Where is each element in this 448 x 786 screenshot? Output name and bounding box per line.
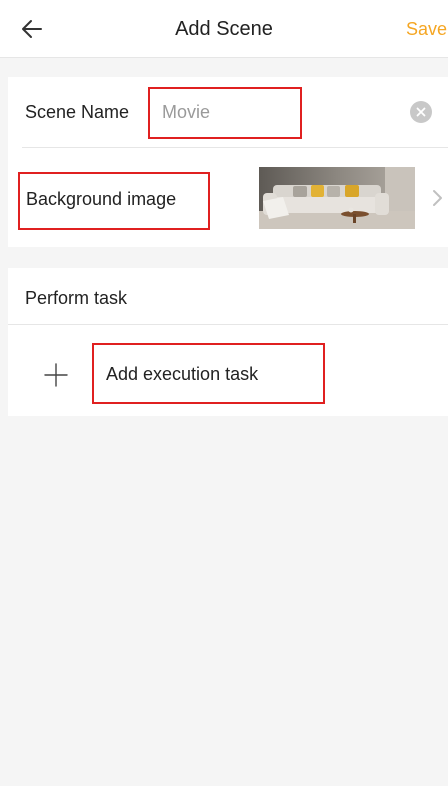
perform-task-label: Perform task: [25, 288, 128, 308]
background-image-label: Background image: [26, 189, 177, 209]
add-execution-task-button[interactable]: Add execution task: [92, 343, 325, 404]
row-divider: [22, 147, 448, 148]
app-header: Add Scene Save: [0, 0, 448, 58]
scene-settings-card: Scene Name Movie Background image: [8, 77, 448, 247]
scene-name-value: Movie: [162, 102, 211, 122]
scene-name-label: Scene Name: [25, 102, 130, 122]
add-execution-task-label: Add execution task: [106, 364, 259, 384]
sofa-thumbnail: [259, 167, 415, 229]
clear-button[interactable]: [410, 101, 432, 123]
clear-circle-icon: [416, 107, 426, 117]
add-task-plus-button[interactable]: [44, 363, 68, 387]
living-room-sofa-image[interactable]: [259, 167, 415, 229]
row-divider: [8, 324, 448, 325]
plus-icon: [44, 363, 68, 387]
chevron-right-button[interactable]: [432, 188, 444, 208]
chevron-right-icon: [433, 190, 442, 206]
background-image-label-box[interactable]: Background image: [18, 172, 210, 230]
page-title: Add Scene: [175, 18, 273, 40]
save-button[interactable]: Save: [406, 0, 447, 58]
tasks-card: Perform task Add execution task: [8, 268, 448, 416]
scene-name-input[interactable]: Movie: [148, 87, 302, 139]
